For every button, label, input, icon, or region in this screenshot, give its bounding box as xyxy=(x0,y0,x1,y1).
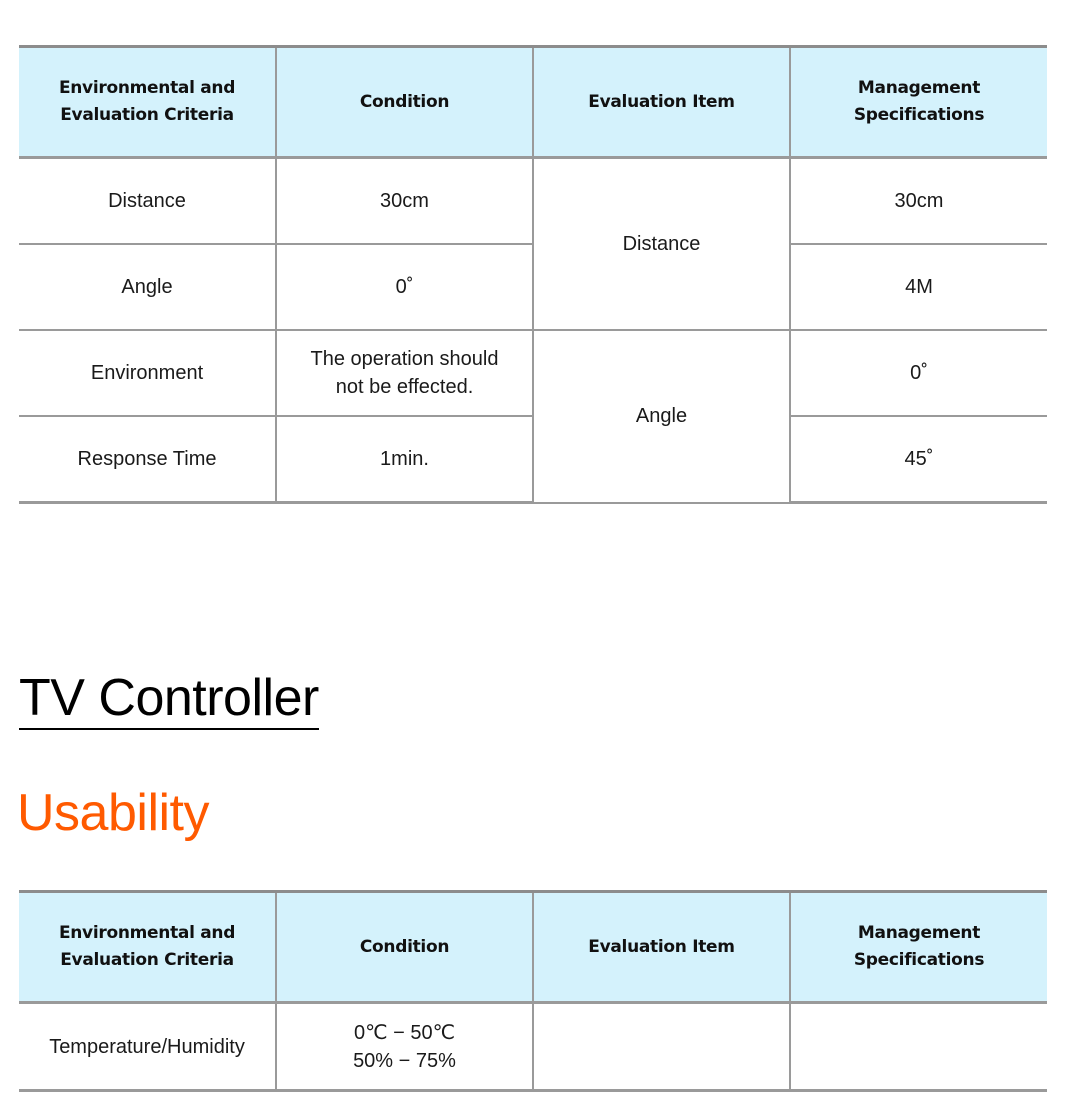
header-management-specs-label: Management Specifications xyxy=(853,923,985,970)
usability-table: Environmental and Evaluation Criteria Con… xyxy=(19,890,1047,1092)
header-evaluation-item-label: Evaluation Item xyxy=(588,936,735,957)
subsection-title: Usability xyxy=(17,784,210,842)
temperature-range: 0℃ − 50℃ xyxy=(353,1021,456,1044)
header-criteria: Environmental and Evaluation Criteria xyxy=(19,890,277,1004)
criteria-cell: Response Time xyxy=(19,415,277,504)
condition-cell: 30cm xyxy=(275,156,534,245)
table-header-row: Environmental and Evaluation Criteria Con… xyxy=(19,45,1047,159)
section-title-text: TV Controller xyxy=(19,668,319,730)
header-criteria-label: Environmental and Evaluation Criteria xyxy=(58,78,236,125)
header-evaluation-item: Evaluation Item xyxy=(532,45,791,159)
header-condition: Condition xyxy=(275,890,534,1004)
table-row: Environment The operation should not be … xyxy=(19,329,1047,504)
header-management-specs: Management Specifications xyxy=(789,45,1047,159)
condition-cell: 0℃ − 50℃ 50% − 75% xyxy=(275,1001,534,1092)
criteria-cell: Temperature/Humidity xyxy=(19,1001,277,1092)
evaluation-criteria-table: Environmental and Evaluation Criteria Con… xyxy=(19,45,1047,504)
spec-cell: 4M xyxy=(789,243,1047,331)
evaluation-item-cell: Angle xyxy=(532,329,791,504)
table-row: Temperature/Humidity 0℃ − 50℃ 50% − 75% xyxy=(19,1001,1047,1092)
spec-cell: 0˚ xyxy=(789,329,1047,417)
table-row: Distance 30cm Distance 30cm xyxy=(19,156,1047,331)
table-header-row: Environmental and Evaluation Criteria Con… xyxy=(19,890,1047,1004)
condition-cell: 0˚ xyxy=(275,243,534,331)
criteria-cell: Environment xyxy=(19,329,277,417)
header-evaluation-item: Evaluation Item xyxy=(532,890,791,1004)
header-criteria: Environmental and Evaluation Criteria xyxy=(19,45,277,159)
evaluation-item-cell: Distance xyxy=(532,156,791,331)
section-title: TV Controller xyxy=(19,668,319,730)
criteria-cell: Angle xyxy=(19,243,277,331)
spec-cell xyxy=(789,1001,1047,1092)
evaluation-item-cell xyxy=(532,1001,791,1092)
header-condition-label: Condition xyxy=(359,936,450,957)
header-condition: Condition xyxy=(275,45,534,159)
condition-cell: The operation should not be effected. xyxy=(275,329,534,417)
header-criteria-label: Environmental and Evaluation Criteria xyxy=(58,923,236,970)
header-management-specs-label: Management Specifications xyxy=(853,78,985,125)
header-management-specs: Management Specifications xyxy=(789,890,1047,1004)
header-evaluation-item-label: Evaluation Item xyxy=(588,91,735,112)
spec-cell: 30cm xyxy=(789,156,1047,245)
header-condition-label: Condition xyxy=(359,91,450,112)
humidity-range: 50% − 75% xyxy=(353,1049,456,1072)
condition-cell: 1min. xyxy=(275,415,534,504)
spec-cell: 45˚ xyxy=(789,415,1047,504)
criteria-cell: Distance xyxy=(19,156,277,245)
